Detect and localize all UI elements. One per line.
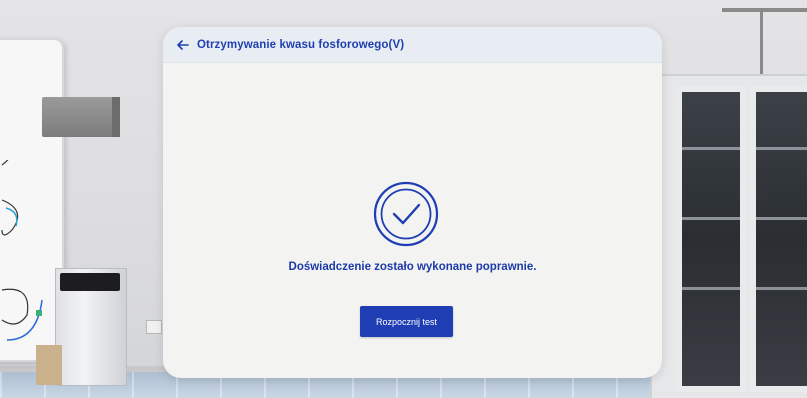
check-circle-icon xyxy=(373,181,439,247)
success-message: Doświadczenie zostało wykonane poprawnie… xyxy=(288,261,537,273)
wooden-cabinet-edge xyxy=(36,345,62,385)
start-test-button[interactable]: Rozpocznij test xyxy=(360,306,453,337)
experiment-panel: Otrzymywanie kwasu fosforowego(V) Doświa… xyxy=(163,27,662,378)
ceiling-rod xyxy=(722,8,807,12)
trash-bin xyxy=(55,268,127,386)
wall-sensor-box xyxy=(42,97,120,137)
panel-header: Otrzymywanie kwasu fosforowego(V) xyxy=(163,27,662,63)
cabinet-shelf xyxy=(682,147,740,150)
cabinet-shelf xyxy=(756,287,807,290)
cabinet-door-right xyxy=(750,86,807,392)
cabinet-shelf xyxy=(682,287,740,290)
trash-bin-opening xyxy=(60,273,120,291)
back-button[interactable] xyxy=(175,37,191,53)
ceiling-rod-vertical xyxy=(760,12,763,76)
glass-cabinet xyxy=(650,74,807,398)
cabinet-door-left xyxy=(676,86,746,392)
cabinet-shelf xyxy=(682,217,740,220)
wall-outlet-icon xyxy=(146,320,162,334)
controller-sketch-icon xyxy=(1,160,43,341)
panel-title: Otrzymywanie kwasu fosforowego(V) xyxy=(197,38,405,51)
arrow-left-icon xyxy=(177,39,189,50)
cabinet-shelf xyxy=(756,217,807,220)
cabinet-shelf xyxy=(756,147,807,150)
vr-lab-scene: Otrzymywanie kwasu fosforowego(V) Doświa… xyxy=(0,0,807,398)
